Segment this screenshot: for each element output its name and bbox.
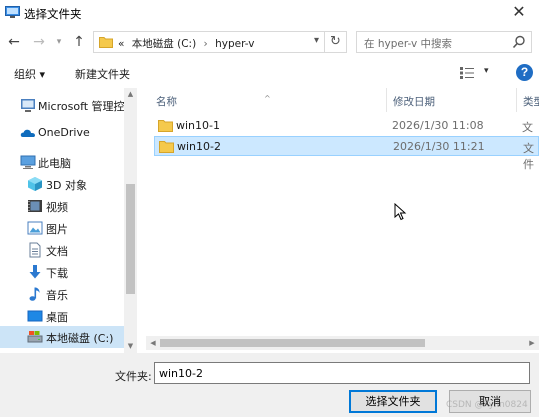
search-icon[interactable] [511, 34, 527, 50]
sidebar-item-label: 本地磁盘 (C:) [46, 332, 114, 345]
column-header-type[interactable]: 类型 [516, 88, 539, 112]
scroll-up-arrow-icon[interactable]: ▲ [124, 88, 137, 101]
folder-icon [99, 37, 113, 48]
column-header-name[interactable]: ^ 名称 [146, 88, 386, 112]
refresh-icon[interactable]: ↻ [325, 31, 347, 53]
management-console-icon [21, 99, 35, 112]
sidebar-item-local-disk-c[interactable]: 本地磁盘 (C:) [0, 326, 124, 348]
dialog-app-icon [5, 6, 20, 18]
file-name: win10-2 [177, 140, 221, 153]
help-icon[interactable]: ? [516, 64, 533, 81]
sidebar-item-videos[interactable]: 视频 [0, 195, 124, 217]
pictures-icon [27, 221, 43, 235]
file-row-win10-2[interactable]: win10-2 2026/1/30 11:21 文件 [154, 136, 539, 171]
folder-icon [158, 120, 173, 132]
onedrive-cloud-icon [20, 129, 35, 137]
back-arrow-icon[interactable]: ← [5, 32, 23, 52]
view-options-icon[interactable] [459, 66, 475, 80]
this-pc-icon [20, 155, 36, 169]
search-placeholder: 在 hyper-v 中搜索 [364, 38, 453, 50]
up-arrow-icon[interactable]: ↑ [70, 32, 88, 52]
scrollbar-thumb[interactable] [126, 184, 135, 294]
breadcrumb-item-local-disk[interactable]: 本地磁盘 (C:) [132, 38, 196, 50]
sidebar-item-documents[interactable]: 文档 [0, 239, 124, 261]
folder-name-input[interactable] [154, 362, 530, 384]
local-disk-icon [27, 331, 43, 343]
navigation-pane: Microsoft 管理控 OneDrive 此电脑 3D 对象 视频 图片 文… [0, 88, 138, 353]
sidebar-item-microsoft-management-console[interactable]: Microsoft 管理控 [0, 94, 125, 116]
scroll-right-arrow-icon[interactable]: ▶ [525, 336, 539, 350]
file-row-win10-1[interactable]: win10-1 2026/1/30 11:08 文件 [154, 116, 539, 150]
sidebar-item-label: 桌面 [46, 311, 68, 324]
organize-menu-button[interactable]: 组织 ▾ [14, 66, 45, 82]
search-input[interactable]: 在 hyper-v 中搜索 [356, 31, 532, 53]
breadcrumb-overflow[interactable]: « [118, 38, 124, 50]
sidebar-item-this-pc[interactable]: 此电脑 [0, 151, 124, 173]
desktop-icon [27, 310, 43, 322]
watermark-text: CSDN @Kylin0824 [446, 400, 528, 410]
navigation-pane-scrollbar[interactable]: ▲ ▼ [124, 88, 137, 353]
file-name: win10-1 [176, 119, 220, 132]
sidebar-item-desktop[interactable]: 桌面 [0, 305, 124, 327]
command-toolbar: 组织 ▾ 新建文件夹 ▾ ? [0, 58, 539, 88]
navigation-bar: ← → ▾ ↑ « 本地磁盘 (C:) › hyper-v ▾ ↻ 在 hype… [0, 28, 539, 56]
scrollbar-thumb[interactable] [160, 339, 425, 347]
scroll-left-arrow-icon[interactable]: ◀ [146, 336, 160, 350]
new-folder-button[interactable]: 新建文件夹 [75, 66, 130, 82]
folder-picker-dialog: 选择文件夹 ✕ ← → ▾ ↑ « 本地磁盘 (C:) › hyper-v ▾ … [0, 0, 539, 417]
select-folder-button[interactable]: 选择文件夹 [349, 390, 437, 413]
address-dropdown-icon[interactable]: ▾ [314, 35, 319, 46]
3d-objects-icon [28, 177, 42, 191]
video-icon [28, 200, 42, 212]
dialog-title: 选择文件夹 [24, 7, 82, 21]
sidebar-item-label: 下载 [46, 267, 68, 280]
sidebar-item-label: OneDrive [38, 126, 90, 139]
sort-ascending-icon: ^ [264, 94, 271, 103]
file-date-modified: 2026/1/30 11:21 [393, 140, 485, 153]
close-icon[interactable]: ✕ [509, 2, 529, 22]
sidebar-item-label: 文档 [46, 245, 68, 258]
view-dropdown-icon[interactable]: ▾ [484, 66, 489, 76]
scroll-down-arrow-icon[interactable]: ▼ [124, 340, 137, 353]
sidebar-item-downloads[interactable]: 下载 [0, 261, 124, 283]
music-icon [29, 287, 40, 301]
folder-icon [159, 141, 174, 153]
breadcrumb-item-hyper-v[interactable]: hyper-v [215, 38, 254, 50]
downloads-icon [29, 265, 41, 279]
file-date-modified: 2026/1/30 11:08 [392, 119, 484, 132]
column-header-name-label: 名称 [156, 96, 177, 108]
sidebar-item-onedrive[interactable]: OneDrive [0, 122, 124, 144]
file-list: ^ 名称 修改日期 类型 win10-1 2026/1/30 11:08 文件 … [146, 88, 539, 353]
column-header-date-modified[interactable]: 修改日期 [386, 88, 516, 112]
forward-arrow-icon[interactable]: → [30, 32, 48, 52]
mouse-cursor-icon [394, 203, 407, 221]
sidebar-item-label: 图片 [46, 223, 68, 236]
address-bar[interactable]: « 本地磁盘 (C:) › hyper-v ▾ [93, 31, 325, 53]
sidebar-item-label: Microsoft 管理控 [38, 100, 125, 113]
sidebar-item-label: 此电脑 [38, 157, 71, 170]
sidebar-item-3d-objects[interactable]: 3D 对象 [0, 173, 124, 195]
breadcrumb: « 本地磁盘 (C:) › hyper-v [118, 36, 254, 51]
breadcrumb-separator[interactable]: › [204, 38, 208, 50]
recent-locations-chevron-icon[interactable]: ▾ [50, 32, 68, 52]
title-bar: 选择文件夹 ✕ [0, 0, 539, 26]
folder-field-label: 文件夹: [115, 370, 152, 383]
sidebar-item-music[interactable]: 音乐 [0, 283, 124, 305]
column-header-date-label: 修改日期 [393, 96, 435, 108]
sidebar-item-pictures[interactable]: 图片 [0, 217, 124, 239]
documents-icon [29, 242, 41, 258]
sidebar-item-label: 音乐 [46, 289, 68, 302]
sidebar-item-label: 3D 对象 [46, 179, 87, 192]
dialog-footer: 文件夹: 选择文件夹 取消 CSDN @Kylin0824 [0, 353, 539, 417]
file-type: 文件 [523, 142, 534, 171]
sidebar-item-label: 视频 [46, 201, 68, 214]
file-list-horizontal-scrollbar[interactable]: ◀ ▶ [146, 336, 539, 350]
column-header-type-label: 类型 [523, 96, 539, 108]
